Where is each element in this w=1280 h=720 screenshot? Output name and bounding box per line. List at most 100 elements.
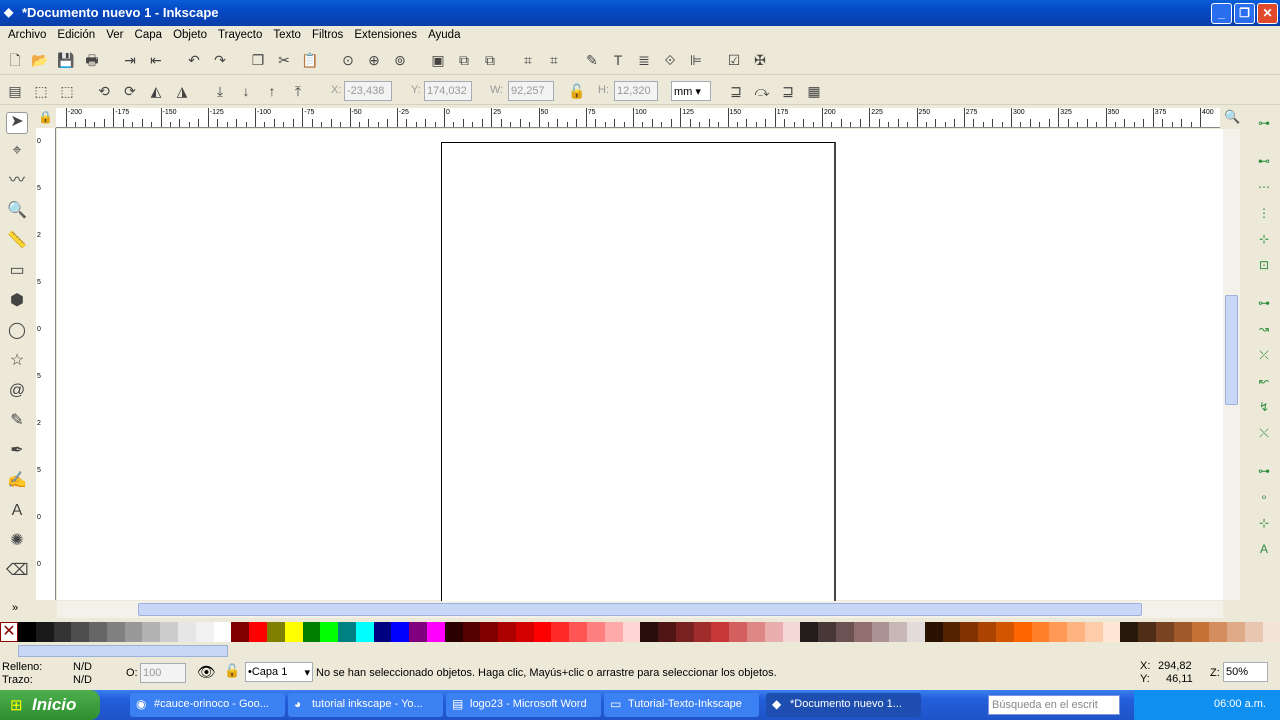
color-swatch[interactable] — [1227, 622, 1245, 642]
snap-toggle-14-icon[interactable]: ∘ — [1255, 488, 1273, 506]
tool-star-icon[interactable]: ☆ — [6, 352, 28, 374]
tool-selector-icon[interactable]: ➤ — [6, 112, 28, 134]
color-swatch[interactable] — [338, 622, 356, 642]
horizontal-scrollbar[interactable] — [57, 601, 1223, 618]
unit-select[interactable]: mm ▾ — [671, 81, 711, 101]
color-swatch[interactable] — [1120, 622, 1139, 642]
tool-text-icon[interactable]: A — [6, 502, 28, 524]
align-2-icon[interactable]: ⌗ — [545, 51, 563, 69]
color-swatch[interactable] — [604, 622, 623, 642]
color-swatch[interactable] — [800, 622, 819, 642]
color-swatch[interactable] — [373, 622, 392, 642]
color-swatch[interactable] — [462, 622, 481, 642]
task-word[interactable]: logo23 - Microsoft Word — [446, 693, 601, 717]
open-icon[interactable]: 📂 — [31, 51, 49, 69]
tool-tweak-icon[interactable]: 〰 — [6, 172, 28, 194]
flip-horizontal-icon[interactable]: ◭ — [147, 82, 165, 100]
color-swatch[interactable] — [693, 622, 712, 642]
color-swatch[interactable] — [889, 622, 908, 642]
color-swatch[interactable] — [35, 622, 54, 642]
snap-toggle-1-icon[interactable]: ⊶ — [1255, 114, 1273, 132]
tool-rectangle-icon[interactable]: ▭ — [6, 262, 28, 284]
color-swatch[interactable] — [249, 622, 267, 642]
menu-texto[interactable]: Texto — [265, 26, 301, 41]
snap-toggle-13-icon[interactable]: ⊶ — [1255, 462, 1273, 480]
color-swatch[interactable] — [266, 622, 285, 642]
menu-filtros[interactable]: Filtros — [304, 26, 343, 41]
w-field[interactable]: 92,257 — [508, 81, 554, 101]
color-swatch[interactable] — [942, 622, 961, 642]
color-swatch[interactable] — [1244, 622, 1263, 642]
color-swatch[interactable] — [729, 622, 748, 642]
color-swatch[interactable] — [142, 622, 161, 642]
scale-stroke-icon[interactable]: ⊒ — [727, 82, 745, 100]
new-icon[interactable]: 🗋 — [6, 51, 24, 69]
layers-icon[interactable]: ≣ — [635, 51, 653, 69]
color-swatch[interactable] — [978, 622, 996, 642]
color-swatch[interactable] — [747, 622, 765, 642]
snap-toggle-15-icon[interactable]: ⊹ — [1255, 514, 1273, 532]
color-swatch[interactable] — [569, 622, 587, 642]
layer-lock-icon[interactable]: 🔓 — [224, 663, 240, 679]
task-chrome[interactable]: #cauce-orinoco - Goo... — [130, 693, 285, 717]
menu-ayuda[interactable]: Ayuda — [420, 26, 460, 41]
no-paint-swatch[interactable]: ✕ — [0, 622, 18, 642]
color-swatch[interactable] — [444, 622, 463, 642]
color-swatch[interactable] — [195, 622, 214, 642]
task-inkscape[interactable]: *Documento nuevo 1... — [766, 693, 921, 717]
color-swatch[interactable] — [391, 622, 410, 642]
vertical-scrollbar[interactable] — [1223, 129, 1240, 600]
ungroup-icon[interactable]: ⧉ — [455, 51, 473, 69]
more-tools-icon[interactable]: » — [12, 602, 18, 614]
color-swatch[interactable] — [515, 622, 534, 642]
color-swatch[interactable] — [213, 622, 232, 642]
snap-toggle-2-icon[interactable]: ⊷ — [1255, 152, 1273, 170]
palette-scrollbar[interactable] — [18, 645, 228, 657]
color-swatch[interactable] — [1191, 622, 1210, 642]
color-swatch[interactable] — [675, 622, 694, 642]
color-swatch[interactable] — [53, 622, 72, 642]
text-font-icon[interactable]: T — [609, 51, 627, 69]
undo-icon[interactable]: ↶ — [185, 51, 203, 69]
minimize-button[interactable]: _ — [1211, 3, 1232, 24]
snap-toggle-5-icon[interactable]: ⊹ — [1255, 230, 1273, 248]
transform-icon[interactable]: ⟐ — [661, 51, 679, 69]
color-swatch[interactable] — [835, 622, 854, 642]
lower-to-bottom-icon[interactable]: ⤓ — [211, 82, 229, 100]
color-swatch[interactable] — [124, 622, 143, 642]
color-swatch[interactable] — [1209, 622, 1228, 642]
zoom-corner-icon[interactable]: 🔍 — [1224, 109, 1240, 125]
tool-measure-icon[interactable]: 📏 — [6, 232, 28, 254]
color-swatch[interactable] — [1013, 622, 1032, 642]
flip-vertical-icon[interactable]: ◮ — [173, 82, 191, 100]
snap-toggle-12-icon[interactable]: ⤬ — [1255, 424, 1273, 442]
h-field[interactable]: 12,320 — [614, 81, 658, 101]
lock-guides-icon[interactable]: 🔒 — [38, 110, 53, 124]
tool-node-icon[interactable]: ⌖ — [6, 142, 28, 164]
snap-toggle-10-icon[interactable]: ↜ — [1255, 372, 1273, 390]
taskbar-search-input[interactable]: Búsqueda en el escrit — [988, 695, 1120, 715]
menu-capa[interactable]: Capa — [127, 26, 163, 41]
tool-eraser-icon[interactable]: ⌫ — [6, 562, 29, 584]
color-swatch[interactable] — [284, 622, 303, 642]
color-swatch[interactable] — [995, 622, 1014, 642]
horizontal-scroll-thumb[interactable] — [138, 603, 1142, 616]
tool-pencil-icon[interactable]: ✎ — [6, 412, 28, 434]
tool-3d-box-icon[interactable]: ⬢ — [6, 292, 28, 314]
ungroup-2-icon[interactable]: ⧉ — [481, 51, 499, 69]
color-swatch[interactable] — [89, 622, 107, 642]
lower-icon[interactable]: ↓ — [237, 82, 255, 100]
snap-toggle-16-icon[interactable]: A — [1255, 540, 1273, 558]
y-field[interactable]: 174,032 — [424, 81, 472, 101]
print-icon[interactable]: 🖶 — [83, 51, 101, 69]
rotate-ccw-icon[interactable]: ⟲ — [95, 82, 113, 100]
color-swatch[interactable] — [1138, 622, 1156, 642]
move-patterns-icon[interactable]: ▦ — [805, 82, 823, 100]
color-swatch[interactable] — [1173, 622, 1192, 642]
tool-spray-icon[interactable]: ✺ — [6, 532, 28, 554]
vertical-ruler[interactable]: 0 5 2 5 0 5 2 5 0 0 — [36, 128, 56, 600]
save-icon[interactable]: 💾 — [57, 51, 75, 69]
color-swatch[interactable] — [1067, 622, 1085, 642]
color-swatch[interactable] — [853, 622, 872, 642]
color-swatch[interactable] — [355, 622, 374, 642]
